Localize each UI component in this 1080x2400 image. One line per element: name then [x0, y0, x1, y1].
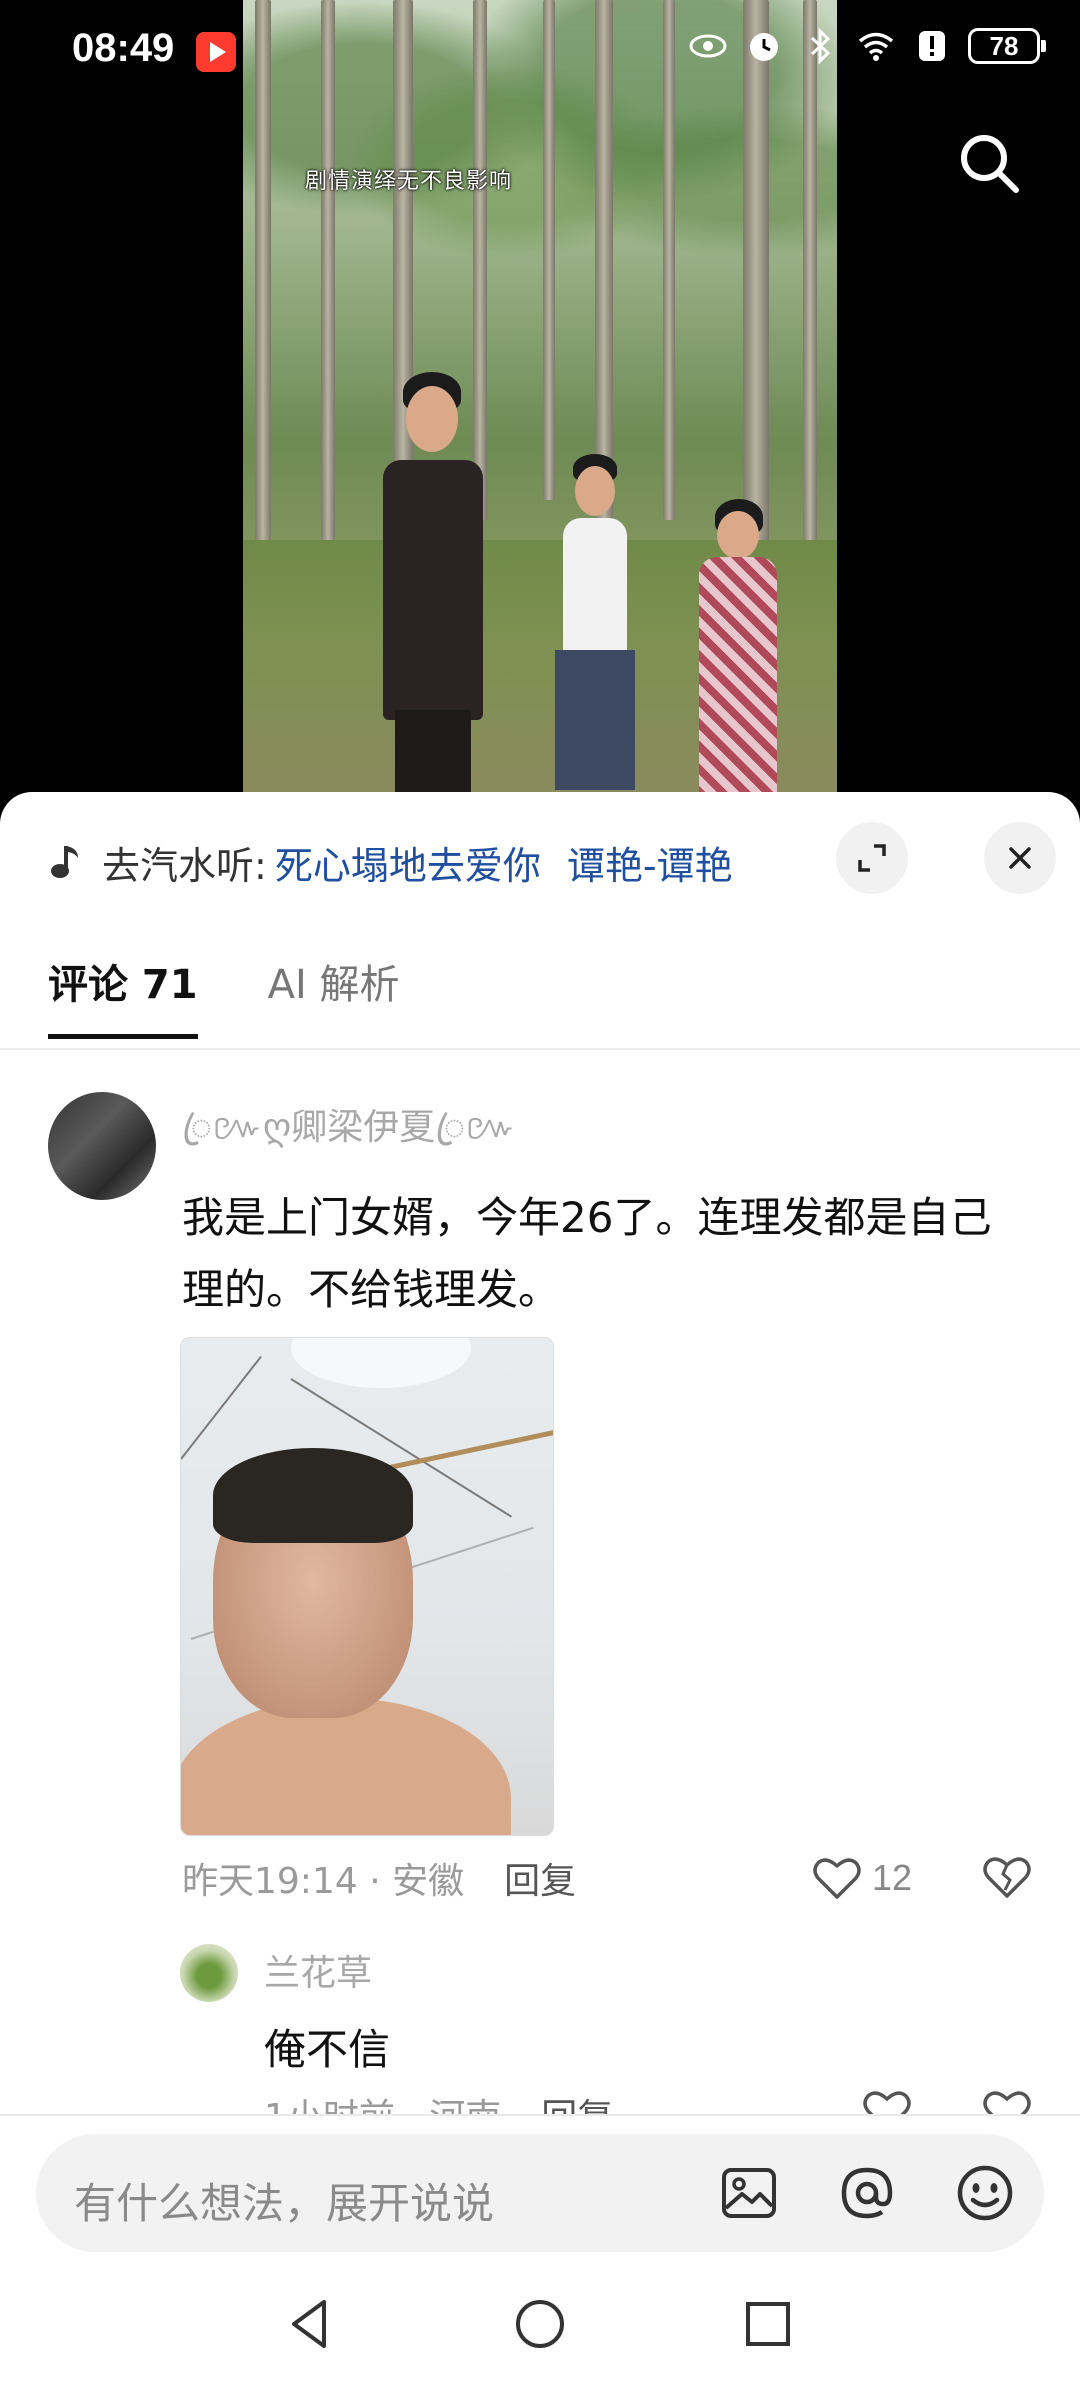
- close-button[interactable]: [984, 822, 1056, 894]
- comment-image[interactable]: [180, 1337, 554, 1836]
- system-nav-bar: [0, 2266, 1080, 2386]
- wifi-icon: [858, 32, 894, 61]
- music-artist[interactable]: 谭艳-谭艳: [567, 835, 733, 890]
- like-count: 12: [871, 1857, 912, 1898]
- back-icon[interactable]: [280, 2294, 340, 2354]
- home-icon[interactable]: [510, 2294, 570, 2354]
- video-frame[interactable]: 剧情演绎无不良影响: [243, 0, 837, 800]
- avatar[interactable]: [48, 1092, 156, 1200]
- eye-icon: [689, 34, 727, 58]
- like-button[interactable]: 12: [812, 1848, 912, 1908]
- image-icon[interactable]: [716, 2160, 782, 2226]
- close-icon: [1009, 847, 1031, 869]
- video-person: [373, 372, 493, 800]
- video-player[interactable]: 剧情演绎无不良影响 08:49 78: [0, 0, 1080, 800]
- comment-sheet: 去汽水听: 死心塌地去爱你 谭艳-谭艳 评论 71 AI 解析 ꦿ៚ღ卿梁伊夏ꦿ…: [0, 792, 1080, 2400]
- comment-time-location: 昨天19:14 · 安徽: [182, 1861, 465, 1902]
- alert-icon: [919, 31, 945, 61]
- recents-icon[interactable]: [738, 2294, 798, 2354]
- alarm-icon: [750, 33, 778, 61]
- video-person: [555, 454, 635, 800]
- battery-icon: 78: [968, 28, 1046, 64]
- status-icons: 78: [688, 26, 1046, 66]
- expand-button[interactable]: [836, 822, 908, 894]
- comment-meta: 昨天19:14 · 安徽 回复 12: [182, 1848, 1032, 1908]
- reply-avatar[interactable]: [180, 1944, 238, 2002]
- bottom-bar: 有什么想法，展开说说: [0, 2116, 1080, 2400]
- video-person: [693, 499, 783, 800]
- status-time: 08:49: [72, 26, 175, 70]
- comment-tabs: 评论 71 AI 解析: [48, 952, 399, 1039]
- comment-input-placeholder: 有什么想法，展开说说: [74, 2179, 495, 2228]
- tab-divider: [0, 1048, 1080, 1050]
- comment-input[interactable]: 有什么想法，展开说说: [36, 2134, 1044, 2252]
- music-prefix: 去汽水听:: [102, 843, 267, 888]
- heart-icon: [813, 1858, 861, 1899]
- reply-text: 俺不信: [264, 2025, 391, 2074]
- tab-comments[interactable]: 评论 71: [48, 952, 198, 1039]
- emoji-icon[interactable]: [952, 2160, 1018, 2226]
- status-bar: 08:49 78: [0, 0, 1080, 100]
- bluetooth-icon: [810, 27, 831, 65]
- comment-text: 我是上门女婿，今年26了。连理发都是自己理的。不给钱理发。: [182, 1193, 992, 1314]
- reply-button[interactable]: 回复: [504, 1852, 576, 1904]
- music-note-icon: [51, 846, 78, 878]
- tab-ai-analysis[interactable]: AI 解析: [268, 952, 400, 1039]
- music-title[interactable]: 死心塌地去爱你: [275, 835, 541, 890]
- expand-icon: [858, 844, 886, 872]
- screen-record-icon: [196, 32, 236, 72]
- reply-username[interactable]: 兰花草: [264, 1944, 372, 1996]
- comment-username[interactable]: ꦿ៚ღ卿梁伊夏ꦿ៚: [182, 1098, 516, 1172]
- video-caption: 剧情演绎无不良影响: [305, 169, 513, 194]
- at-icon[interactable]: [834, 2160, 900, 2226]
- search-icon[interactable]: [954, 128, 1024, 198]
- dislike-heart-icon[interactable]: [982, 1854, 1032, 1900]
